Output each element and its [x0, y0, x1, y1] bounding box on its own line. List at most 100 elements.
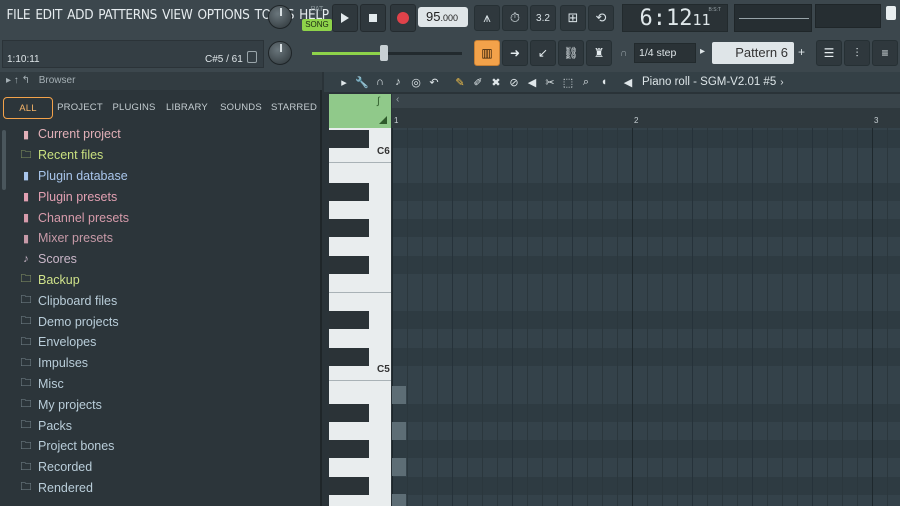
pr-title-arrow-icon[interactable]: › — [780, 77, 783, 88]
browser-item-label: Backup — [38, 272, 80, 287]
snap-step-select[interactable]: 1/4 step — [634, 43, 696, 63]
mute-tool-icon[interactable]: ⊘ — [506, 74, 522, 90]
record-button[interactable] — [390, 4, 416, 32]
black-key[interactable] — [329, 311, 369, 329]
select-icon[interactable]: ⬚ — [560, 74, 576, 90]
horizontal-scrollbar[interactable]: ‹ — [392, 94, 900, 108]
menu-add[interactable]: ADD — [65, 7, 96, 23]
pr-menu-icon[interactable]: ▸ — [336, 74, 352, 90]
playback-icon[interactable]: ◖ — [596, 74, 612, 90]
browser-item[interactable]: 🗀 Recorded — [10, 457, 320, 478]
slice-icon[interactable]: ✂ — [542, 74, 558, 90]
browser-item[interactable]: 🗀 Recent files — [10, 145, 320, 166]
tool-button[interactable]: ↙ — [530, 40, 556, 66]
browser-item[interactable]: 🗀 Rendered — [10, 478, 320, 499]
tab-sounds[interactable]: SOUNDS — [216, 97, 266, 119]
pattern-selector[interactable]: Pattern 6 — [712, 42, 794, 64]
playlist-button[interactable]: ☰ — [816, 40, 842, 66]
stop-button[interactable] — [360, 4, 386, 32]
browser-item[interactable]: 🗀 Backup — [10, 270, 320, 291]
magnet-snap-icon[interactable]: ∩ — [372, 74, 388, 90]
piano-roll-corner[interactable]: ∫ — [329, 94, 391, 128]
brush-icon[interactable]: ✐ — [470, 74, 486, 90]
browser-item[interactable]: ▮ Plugin database — [10, 166, 320, 187]
mixer-button[interactable]: ≡ — [872, 40, 898, 66]
zoom-icon[interactable]: ⌕ — [578, 74, 594, 90]
loop-record-button[interactable]: ⟲ — [588, 5, 614, 31]
browser-arrow-icon[interactable]: ▸ ↑ ↰ — [6, 75, 30, 86]
browser-item-label: Scores — [38, 252, 77, 267]
menu-patterns[interactable]: PATTERNS — [96, 7, 160, 23]
browser-item[interactable]: 🗀 Impulses — [10, 353, 320, 374]
browser-item[interactable]: 🗀 Project bones — [10, 436, 320, 457]
tab-plugins[interactable]: PLUGINS — [110, 97, 158, 119]
menu-edit[interactable]: EDIT — [33, 7, 65, 23]
magnet-icon[interactable]: ∩ — [620, 48, 627, 59]
pat-song-toggle[interactable]: PAT SONG — [302, 6, 332, 32]
black-key[interactable] — [329, 477, 369, 495]
browser-item[interactable]: ▮ Plugin presets — [10, 186, 320, 207]
browser-item[interactable]: 🗀 Misc — [10, 374, 320, 395]
mixer-preset-icon: ▮ — [22, 232, 30, 245]
note-grid[interactable] — [392, 128, 900, 506]
black-key[interactable] — [329, 130, 369, 148]
tab-project[interactable]: PROJECT — [56, 97, 104, 119]
pr-speaker-icon[interactable]: ◀ — [620, 74, 636, 90]
browser-item[interactable]: ▮ Mixer presets — [10, 228, 320, 249]
cpu-monitor[interactable] — [734, 4, 812, 32]
browser-scrollbar[interactable] — [2, 130, 6, 190]
black-key[interactable] — [329, 440, 369, 458]
hint-lock-icon[interactable] — [247, 51, 257, 63]
pat-label: PAT — [310, 6, 324, 13]
grid-black-row — [392, 477, 900, 495]
wait-input-button[interactable]: ⏱ — [502, 5, 528, 31]
note-icon[interactable]: ♪ — [390, 74, 406, 90]
browser-item[interactable]: ♪ Scores — [10, 249, 320, 270]
wrench-icon[interactable]: 🔧 — [354, 74, 370, 90]
add-pattern-icon[interactable]: + — [798, 45, 805, 59]
oscilloscope-monitor[interactable] — [815, 4, 881, 28]
song-position-clock[interactable]: 6:1211 B:S:T — [622, 4, 728, 32]
browser-item[interactable]: ▮ Current project — [10, 124, 320, 145]
black-key[interactable] — [329, 256, 369, 274]
tab-starred[interactable]: STARRED — [270, 97, 318, 119]
erase-icon[interactable]: ✖ — [488, 74, 504, 90]
pencil-icon[interactable]: ✎ — [452, 74, 468, 90]
tab-library[interactable]: LIBRARY — [164, 97, 210, 119]
target-icon[interactable]: ◎ — [408, 74, 424, 90]
undo-icon[interactable]: ↶ — [426, 74, 442, 90]
arrow-button[interactable]: ➜ — [502, 40, 528, 66]
browser-item[interactable]: 🗀 Demo projects — [10, 311, 320, 332]
master-volume-knob[interactable] — [268, 5, 292, 29]
countdown-button[interactable]: 3.2 — [530, 5, 556, 31]
menu-file[interactable]: FILE — [4, 7, 33, 23]
scroll-left-icon[interactable]: ‹ — [396, 94, 399, 105]
tempo-display[interactable]: 95.000 — [418, 7, 468, 27]
black-key[interactable] — [329, 219, 369, 237]
black-key[interactable] — [329, 348, 369, 366]
link-button[interactable]: ⛓ — [558, 40, 584, 66]
speaker-icon[interactable]: ◀ — [524, 74, 540, 90]
metronome-button[interactable]: ⩚ — [474, 5, 500, 31]
stamp-button[interactable]: ♜ — [586, 40, 612, 66]
pattern-prev-icon[interactable]: ▸ — [700, 46, 705, 57]
black-key[interactable] — [329, 183, 369, 201]
step-edit-button[interactable]: ⊞ — [560, 5, 586, 31]
browser-item[interactable]: 🗀 Clipboard files — [10, 290, 320, 311]
play-button[interactable] — [332, 4, 358, 32]
tab-all[interactable]: ALL — [3, 97, 53, 119]
browser-item[interactable]: ▮ Channel presets — [10, 207, 320, 228]
black-key[interactable] — [329, 404, 369, 422]
piano-keyboard[interactable]: C6 C5 — [329, 128, 391, 506]
note-icon: ♪ — [23, 253, 29, 266]
browser-item[interactable]: 🗀 My projects — [10, 394, 320, 415]
menu-options[interactable]: OPTIONS — [195, 7, 252, 23]
slider-thumb[interactable] — [380, 45, 388, 61]
piano-roll-ruler[interactable]: ‹ 1 2 3 — [392, 94, 900, 128]
browser-item[interactable]: 🗀 Packs — [10, 415, 320, 436]
typing-keyboard-button[interactable]: ▥ — [474, 40, 500, 66]
browser-item[interactable]: 🗀 Envelopes — [10, 332, 320, 353]
master-volume-slider[interactable] — [312, 45, 462, 61]
channel-rack-button[interactable]: ⫶ — [844, 40, 870, 66]
menu-view[interactable]: VIEW — [160, 7, 195, 23]
